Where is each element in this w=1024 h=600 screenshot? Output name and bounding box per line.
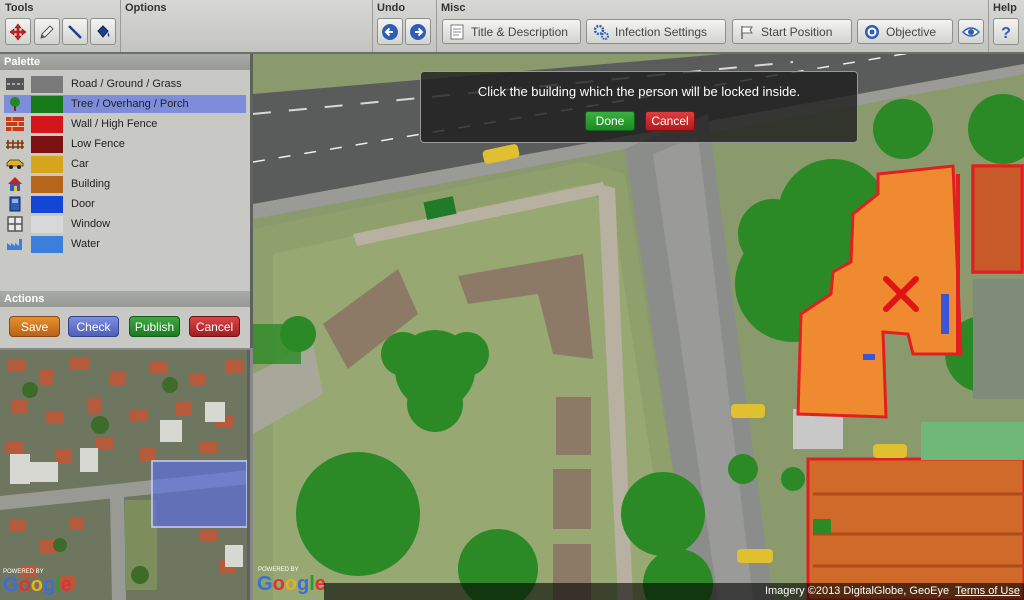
door-icon: [4, 195, 26, 213]
svg-text:?: ?: [1001, 25, 1011, 41]
imagery-credits: Imagery ©2013 DigitalGlobe, GeoEye Terms…: [324, 583, 1024, 600]
title-description-button[interactable]: Title & Description: [442, 19, 581, 44]
target-icon: [865, 24, 879, 39]
pencil-icon: [40, 24, 54, 39]
done-button[interactable]: Done: [585, 111, 635, 131]
redo-button[interactable]: [405, 18, 431, 45]
objective-label: Objective: [886, 24, 937, 39]
palette-header: Palette: [0, 54, 250, 70]
minimap-imagery: [0, 350, 247, 600]
undo-button[interactable]: [377, 18, 403, 45]
check-button[interactable]: Check: [68, 316, 119, 337]
palette-item-label: Window: [71, 218, 111, 230]
tree-icon: [4, 95, 26, 113]
palette-item-label: Car: [71, 158, 89, 170]
brick-wall-icon: [4, 115, 26, 133]
start-position-label: Start Position: [761, 24, 833, 39]
car-swatch: [31, 155, 63, 173]
title-description-label: Title & Description: [471, 24, 568, 39]
help-button[interactable]: ?: [993, 18, 1019, 45]
fill-tool-button[interactable]: [90, 18, 116, 45]
tools-label: Tools: [5, 2, 34, 14]
palette-item-tree[interactable]: Tree / Overhang / Porch: [4, 95, 246, 113]
flag-icon: [741, 25, 753, 39]
infection-settings-label: Infection Settings: [615, 24, 708, 39]
save-button[interactable]: Save: [9, 316, 60, 337]
left-panel: Palette Road / Ground / Grass Tree / Ove…: [0, 54, 253, 348]
infection-settings-button[interactable]: Infection Settings: [586, 19, 726, 44]
building-swatch: [31, 175, 63, 193]
eye-icon: [962, 26, 980, 37]
palette-item-low-fence[interactable]: Low Fence: [4, 135, 246, 153]
palette-item-label: Tree / Overhang / Porch: [71, 98, 189, 110]
palette-item-building[interactable]: Building: [4, 175, 246, 193]
palette-item-window[interactable]: Window: [4, 215, 246, 233]
tools-section: Tools: [0, 0, 121, 52]
road-icon: [4, 75, 26, 93]
palette-item-label: Building: [71, 178, 111, 190]
misc-section: Misc Title & Description Infection Setti…: [436, 0, 989, 52]
instruction-dialog: Click the building which the person will…: [420, 71, 858, 143]
pencil-tool-button[interactable]: [34, 18, 60, 45]
road-swatch: [31, 75, 63, 93]
undo-label: Undo: [377, 2, 406, 14]
palette-item-car[interactable]: Car: [4, 155, 246, 173]
minimap-google-logo: Google: [3, 574, 72, 596]
main-google-logo: Google: [257, 573, 326, 595]
question-mark-icon: ?: [1001, 25, 1011, 41]
options-label: Options: [125, 2, 167, 14]
house-icon: [4, 175, 26, 193]
palette-item-label: Door: [71, 198, 95, 210]
move-arrows-icon: [9, 23, 27, 40]
move-tool-button[interactable]: [5, 18, 31, 45]
preview-button[interactable]: [958, 19, 984, 44]
start-position-button[interactable]: Start Position: [732, 19, 852, 44]
objective-button[interactable]: Objective: [857, 19, 953, 44]
arrow-left-icon: [382, 23, 398, 40]
water-swatch: [31, 235, 63, 253]
publish-button[interactable]: Publish: [129, 316, 180, 337]
top-toolbar: Tools Options Undo Misc Title & Descript…: [0, 0, 1024, 54]
dialog-cancel-button[interactable]: Cancel: [645, 111, 695, 131]
low-fence-icon: [4, 135, 26, 153]
credits-text: Imagery ©2013 DigitalGlobe, GeoEye: [764, 585, 950, 597]
help-section: Help ?: [988, 0, 1024, 52]
document-icon: [450, 24, 464, 39]
palette-item-water[interactable]: Water: [4, 235, 246, 253]
window-swatch: [31, 215, 63, 233]
car-icon: [4, 155, 26, 173]
palette-item-road[interactable]: Road / Ground / Grass: [4, 75, 246, 93]
options-section: Options: [120, 0, 373, 52]
palette-item-label: Water: [71, 238, 100, 250]
terms-of-use-link[interactable]: Terms of Use: [955, 585, 1020, 597]
misc-label: Misc: [441, 2, 466, 14]
window-icon: [4, 215, 26, 233]
factory-water-icon: [4, 235, 26, 253]
cancel-button[interactable]: Cancel: [189, 316, 240, 337]
paint-bucket-icon: [97, 24, 110, 38]
actions-header: Actions: [0, 291, 250, 307]
tree-swatch: [31, 95, 63, 113]
palette-item-label: Wall / High Fence: [71, 118, 158, 130]
palette-item-door[interactable]: Door: [4, 195, 246, 213]
palette-item-label: Low Fence: [71, 138, 125, 150]
dialog-message: Click the building which the person will…: [477, 84, 801, 99]
wall-swatch: [31, 115, 63, 133]
palette-item-label: Road / Ground / Grass: [71, 78, 182, 90]
palette-item-wall[interactable]: Wall / High Fence: [4, 115, 246, 133]
line-icon: [68, 24, 82, 39]
help-label: Help: [993, 2, 1017, 14]
line-tool-button[interactable]: [62, 18, 88, 45]
undo-section: Undo: [372, 0, 437, 52]
door-swatch: [31, 195, 63, 213]
overview-minimap[interactable]: POWERED BY Google: [0, 350, 250, 600]
gears-icon: [593, 24, 609, 40]
low-fence-swatch: [31, 135, 63, 153]
arrow-right-icon: [410, 23, 426, 40]
